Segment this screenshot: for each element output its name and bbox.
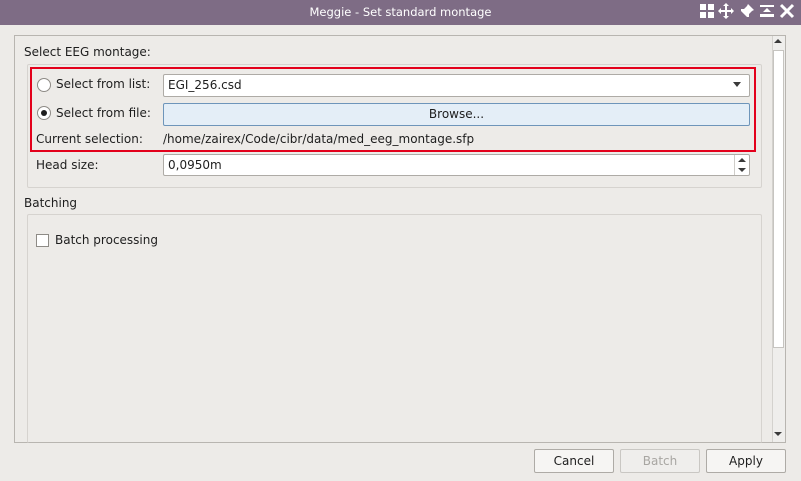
eeg-montage-section-label: Select EEG montage:: [24, 45, 151, 59]
minimize-icon[interactable]: [758, 3, 776, 21]
pin-icon[interactable]: [738, 3, 756, 21]
montage-list-dropdown[interactable]: [163, 74, 750, 97]
cancel-button[interactable]: Cancel: [534, 449, 614, 473]
head-size-spinbox[interactable]: [163, 154, 750, 176]
current-selection-value: /home/zairex/Code/cibr/data/med_eeg_mont…: [163, 132, 475, 146]
head-size-value: 0,0950m: [168, 158, 222, 172]
batch-button[interactable]: Batch: [620, 449, 700, 473]
head-size-label: Head size:: [36, 158, 99, 172]
close-icon[interactable]: [778, 3, 796, 21]
spin-down-icon[interactable]: [738, 168, 746, 172]
browse-button[interactable]: Browse...: [163, 103, 750, 126]
apply-button[interactable]: Apply: [706, 449, 786, 473]
batch-processing-checkbox[interactable]: [36, 234, 49, 247]
current-selection-label: Current selection:: [36, 132, 143, 146]
montage-list-value: EGI_256.csd: [168, 78, 242, 92]
batch-processing-label[interactable]: Batch processing: [55, 233, 158, 247]
scroll-down-icon[interactable]: [774, 432, 782, 436]
chevron-down-icon[interactable]: [733, 82, 741, 87]
scroll-up-icon[interactable]: [774, 39, 782, 43]
radio-checked-dot: [41, 110, 47, 116]
tile-icon[interactable]: [698, 3, 716, 21]
spin-up-icon[interactable]: [738, 158, 746, 162]
batching-section-label: Batching: [24, 196, 78, 210]
scrollbar-thumb[interactable]: [773, 50, 784, 348]
window-title: Meggie - Set standard montage: [309, 5, 492, 19]
batching-group-box: [27, 214, 762, 443]
select-from-file-label[interactable]: Select from file:: [56, 106, 151, 120]
select-from-file-radio[interactable]: [37, 106, 51, 120]
select-from-list-radio[interactable]: [37, 78, 51, 92]
select-from-list-label[interactable]: Select from list:: [56, 77, 150, 91]
move-icon[interactable]: [717, 3, 735, 21]
spinbox-divider: [734, 155, 735, 175]
